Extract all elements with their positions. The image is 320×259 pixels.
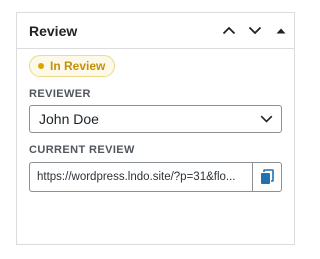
chevron-up-icon <box>222 26 236 35</box>
copy-url-button[interactable] <box>252 162 282 192</box>
reviewer-select-value: John Doe <box>39 111 99 127</box>
panel-toggle-button[interactable] <box>268 14 294 48</box>
panel-header: Review <box>17 13 294 49</box>
current-review-url: https://wordpress.lndo.site/?p=31&flo... <box>37 171 236 183</box>
reviewer-label: REVIEWER <box>29 88 91 100</box>
chevron-down-icon <box>260 115 273 123</box>
move-up-button[interactable] <box>216 14 242 48</box>
current-review-url-field[interactable]: https://wordpress.lndo.site/?p=31&flo... <box>29 162 252 192</box>
review-panel: Review In Review REVIEWER John Doe CURRE… <box>16 12 295 245</box>
status-badge: In Review <box>29 55 116 77</box>
triangle-up-icon <box>276 28 286 33</box>
reviewer-select[interactable]: John Doe <box>29 105 282 133</box>
current-review-row: https://wordpress.lndo.site/?p=31&flo... <box>29 162 282 192</box>
page: Review In Review REVIEWER John Doe CURRE… <box>0 0 306 259</box>
chevron-down-icon <box>248 26 262 35</box>
current-review-label: CURRENT REVIEW <box>29 144 135 156</box>
panel-body: In Review REVIEWER John Doe CURRENT REVI… <box>17 49 294 192</box>
panel-title: Review <box>29 22 78 39</box>
move-down-button[interactable] <box>242 14 268 48</box>
status-dot <box>38 63 44 69</box>
status-badge-label: In Review <box>50 59 106 73</box>
copy-icon <box>261 169 274 184</box>
